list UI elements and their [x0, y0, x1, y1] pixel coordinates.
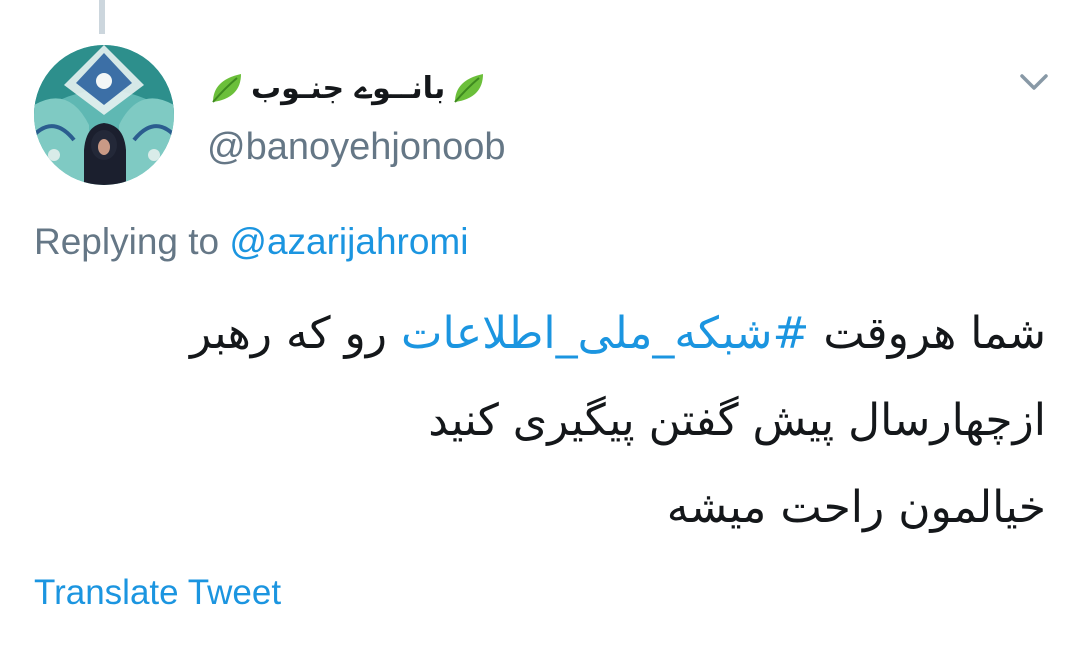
translate-tweet-link[interactable]: Translate Tweet [34, 573, 281, 613]
user-avatar-image [34, 45, 174, 185]
display-name-text: بانــوے جنـوب [251, 70, 446, 106]
tweet-text-segment: شما هروقت [823, 308, 1046, 359]
author-handle[interactable]: @banoyehjonoob [207, 126, 506, 169]
thread-connector-line [99, 0, 105, 34]
author-display-name[interactable]: بانــوے جنـوب [207, 62, 489, 114]
tweet-text-line: ازچهارسال پیش گفتن پیگیری کنید [428, 395, 1046, 446]
leaf-icon [212, 74, 241, 103]
tweet-text-line: شما هروقت #شبکه_ملی_اطلاعات رو که رهبر [46, 290, 1046, 377]
reply-mention-link[interactable]: @azarijahromi [229, 221, 468, 262]
reply-context-prefix: Replying to [34, 221, 220, 262]
tweet-text: شما هروقت #شبکه_ملی_اطلاعات رو که رهبر ا… [46, 290, 1046, 551]
tweet-text-segment: رو که رهبر [190, 308, 388, 359]
reply-context: Replying to @azarijahromi [34, 221, 468, 263]
avatar[interactable] [34, 45, 174, 185]
tweet-text-line: خیالمون راحت میشه [666, 482, 1046, 533]
hashtag-link[interactable]: #شبکه_ملی_اطلاعات [401, 308, 809, 359]
chevron-down-icon[interactable] [1014, 66, 1054, 100]
leaf-icon [454, 74, 484, 103]
